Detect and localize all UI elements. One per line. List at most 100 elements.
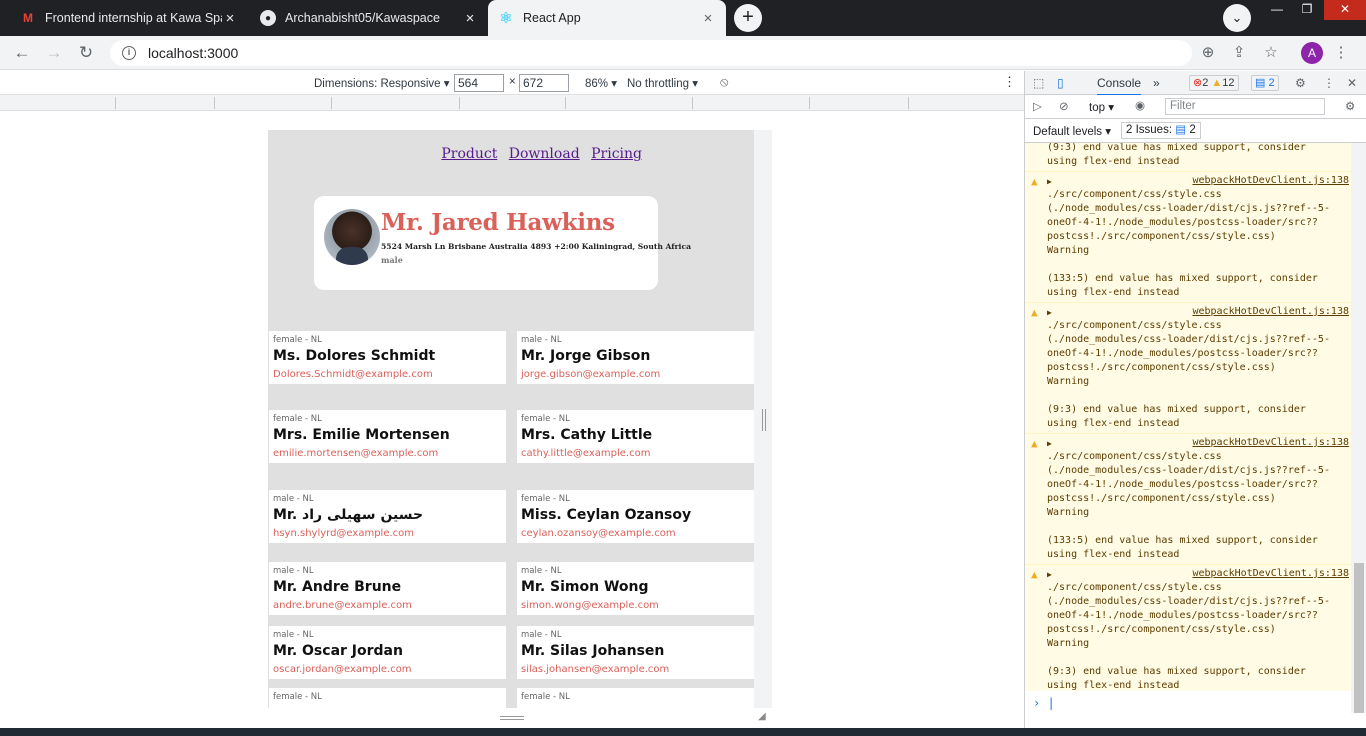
close-tab-icon[interactable]: × bbox=[700, 10, 716, 27]
console-filter-input[interactable]: Filter bbox=[1165, 98, 1325, 115]
nav-link-download[interactable]: Download bbox=[509, 146, 580, 162]
console-levels-bar: Default levels ▾ 2 Issues: ▤ 2 bbox=[1025, 119, 1366, 143]
console-prompt[interactable]: › | bbox=[1025, 693, 1351, 713]
height-input[interactable]: 672 bbox=[519, 74, 569, 92]
user-name: Miss. Ceylan Ozansoy bbox=[521, 507, 692, 523]
reload-icon[interactable]: ↻ bbox=[75, 42, 97, 64]
user-email: emilie.mortensen@example.com bbox=[273, 448, 439, 459]
bookmark-star-icon[interactable]: ☆ bbox=[1260, 42, 1282, 64]
error-warning-badge[interactable]: ⊗2 ▲12 bbox=[1189, 75, 1239, 91]
featured-user-gender: male bbox=[381, 255, 403, 265]
warning-icon: ▲ bbox=[1031, 175, 1038, 188]
more-tabs-icon[interactable]: » bbox=[1153, 76, 1160, 90]
width-resize-handle[interactable] bbox=[762, 409, 766, 431]
tab-title: Frontend internship at Kawa Space bbox=[45, 11, 222, 25]
source-link[interactable]: webpackHotDevClient.js:138 bbox=[1047, 436, 1351, 450]
device-toggle-icon[interactable]: ▯ bbox=[1057, 76, 1064, 90]
user-card[interactable]: female - NL Miss. Ceylan Ozansoy ceylan.… bbox=[517, 490, 754, 543]
width-input[interactable]: 564 bbox=[454, 74, 504, 92]
featured-user-card: Mr. Jared Hawkins 5524 Marsh Ln Brisbane… bbox=[314, 196, 691, 290]
user-card[interactable]: male - NL Mr. Silas Johansen silas.johan… bbox=[517, 626, 754, 679]
minimize-icon[interactable]: — bbox=[1262, 0, 1292, 20]
nav-link-product[interactable]: Product bbox=[441, 146, 497, 162]
tab-github[interactable]: ● Archanabisht05/Kawaspace × bbox=[250, 0, 488, 36]
device-menu-icon[interactable]: ⋮ bbox=[1003, 74, 1016, 90]
corner-resize-handle[interactable]: ◢ bbox=[758, 712, 768, 722]
expand-caret-icon[interactable]: ▶ bbox=[1047, 568, 1052, 582]
console-warning: ▲ ▶ webpackHotDevClient.js:138 ./src/com… bbox=[1025, 303, 1351, 434]
context-select[interactable]: top ▾ bbox=[1089, 100, 1114, 114]
zoom-icon[interactable]: ⊕ bbox=[1197, 42, 1219, 64]
user-email: silas.johansen@example.com bbox=[521, 664, 670, 675]
user-card[interactable]: male - NL Mr. Simon Wong simon.wong@exam… bbox=[517, 562, 754, 615]
user-card[interactable]: male - NL Mr. Oscar Jordan oscar.jordan@… bbox=[269, 626, 506, 679]
react-icon: ⚛ bbox=[499, 10, 513, 27]
share-icon[interactable]: ⇪ bbox=[1228, 42, 1250, 64]
tab-gmail[interactable]: M Frontend internship at Kawa Space × bbox=[10, 0, 248, 36]
restore-icon[interactable]: ❐ bbox=[1292, 0, 1322, 20]
levels-label: Default levels bbox=[1033, 126, 1103, 138]
throttling-dropdown[interactable]: No throttling ▾ bbox=[627, 76, 698, 90]
console-warning: ▲ ▶ webpackHotDevClient.js:138 ./src/com… bbox=[1025, 434, 1351, 565]
user-meta: male - NL bbox=[521, 630, 562, 640]
error-icon: ⊗ bbox=[1193, 77, 1203, 89]
profile-avatar[interactable]: A bbox=[1301, 42, 1323, 64]
user-name: Mr. Andre Brune bbox=[273, 579, 402, 595]
height-resize-handle[interactable] bbox=[500, 716, 524, 720]
inspect-element-icon[interactable]: ⬚ bbox=[1033, 76, 1044, 90]
dimensions-dropdown[interactable]: Dimensions: Responsive ▾ bbox=[314, 76, 450, 90]
tab-title: React App bbox=[523, 11, 581, 25]
messages-badge[interactable]: ▤ 2 bbox=[1251, 75, 1279, 91]
back-icon[interactable]: ← bbox=[11, 42, 33, 64]
user-card[interactable]: male - NL Mr. Jorge Gibson jorge.gibson@… bbox=[517, 331, 754, 384]
expand-caret-icon[interactable]: ▶ bbox=[1047, 306, 1052, 320]
user-card[interactable]: female - NL Ms. Dolores Schmidt Dolores.… bbox=[269, 331, 506, 384]
live-expression-eye-icon[interactable]: ◉ bbox=[1135, 98, 1145, 112]
nav-link-pricing[interactable]: Pricing bbox=[591, 146, 642, 162]
user-card[interactable]: female - NL bbox=[269, 688, 506, 708]
source-link[interactable]: webpackHotDevClient.js:138 bbox=[1047, 567, 1351, 581]
forward-icon[interactable]: → bbox=[43, 42, 65, 64]
source-link[interactable]: webpackHotDevClient.js:138 bbox=[1047, 174, 1351, 188]
url-text: localhost:3000 bbox=[148, 45, 239, 61]
user-card[interactable]: female - NL Mrs. Cathy Little cathy.litt… bbox=[517, 410, 754, 463]
close-tab-icon[interactable]: × bbox=[222, 10, 238, 27]
devtools-menu-icon[interactable]: ⋮ bbox=[1323, 76, 1335, 90]
console-settings-icon[interactable]: ⚙ bbox=[1345, 99, 1355, 113]
console-warning: ▲ ▶ webpackHotDevClient.js:138 ./src/com… bbox=[1025, 565, 1351, 691]
expand-caret-icon[interactable]: ▶ bbox=[1047, 437, 1052, 451]
levels-dropdown[interactable]: Default levels ▾ bbox=[1033, 124, 1111, 138]
info-icon[interactable]: i bbox=[122, 46, 136, 60]
user-card[interactable]: female - NL Mrs. Emilie Mortensen emilie… bbox=[269, 410, 506, 463]
user-name: Mrs. Cathy Little bbox=[521, 427, 653, 443]
user-card[interactable]: male - NL Mr. حسین سهیلی راد hsyn.shylyr… bbox=[269, 490, 506, 543]
close-tab-icon[interactable]: × bbox=[462, 10, 478, 27]
close-devtools-icon[interactable]: ✕ bbox=[1347, 76, 1357, 90]
new-tab-button[interactable]: + bbox=[734, 4, 762, 32]
message-icon: ▤ bbox=[1255, 77, 1266, 89]
address-bar[interactable]: i localhost:3000 bbox=[110, 40, 1192, 66]
rotate-icon[interactable]: ⦸ bbox=[720, 74, 728, 90]
sidebar-toggle-icon[interactable]: ▷ bbox=[1033, 99, 1042, 113]
tab-search-icon[interactable]: ⌄ bbox=[1223, 4, 1251, 32]
media-query-ruler bbox=[0, 95, 1024, 111]
menu-kebab-icon[interactable]: ⋮ bbox=[1330, 42, 1352, 64]
clear-console-icon[interactable]: ⊘ bbox=[1059, 99, 1069, 113]
tab-console[interactable]: Console bbox=[1097, 76, 1142, 96]
scrollbar-thumb[interactable] bbox=[1354, 563, 1364, 713]
tab-react-app[interactable]: ⚛ React App × bbox=[488, 0, 726, 36]
source-link[interactable]: webpackHotDevClient.js:138 bbox=[1047, 305, 1351, 319]
user-card[interactable]: female - NL bbox=[517, 688, 754, 708]
user-card[interactable]: male - NL Mr. Andre Brune andre.brune@ex… bbox=[269, 562, 506, 615]
user-meta: female - NL bbox=[273, 414, 322, 424]
user-email: oscar.jordan@example.com bbox=[273, 664, 412, 675]
gmail-icon: M bbox=[23, 11, 33, 25]
close-window-icon[interactable]: ✕ bbox=[1324, 0, 1366, 20]
console-scrollbar[interactable] bbox=[1351, 143, 1366, 713]
issues-button[interactable]: 2 Issues: ▤ 2 bbox=[1121, 122, 1201, 139]
zoom-dropdown[interactable]: 86% ▾ bbox=[585, 76, 617, 90]
settings-gear-icon[interactable]: ⚙ bbox=[1295, 76, 1306, 90]
user-name: Mrs. Emilie Mortensen bbox=[273, 427, 450, 443]
expand-caret-icon[interactable]: ▶ bbox=[1047, 175, 1052, 189]
warning-text: ./src/component/css/style.css (./node_mo… bbox=[1047, 451, 1330, 560]
